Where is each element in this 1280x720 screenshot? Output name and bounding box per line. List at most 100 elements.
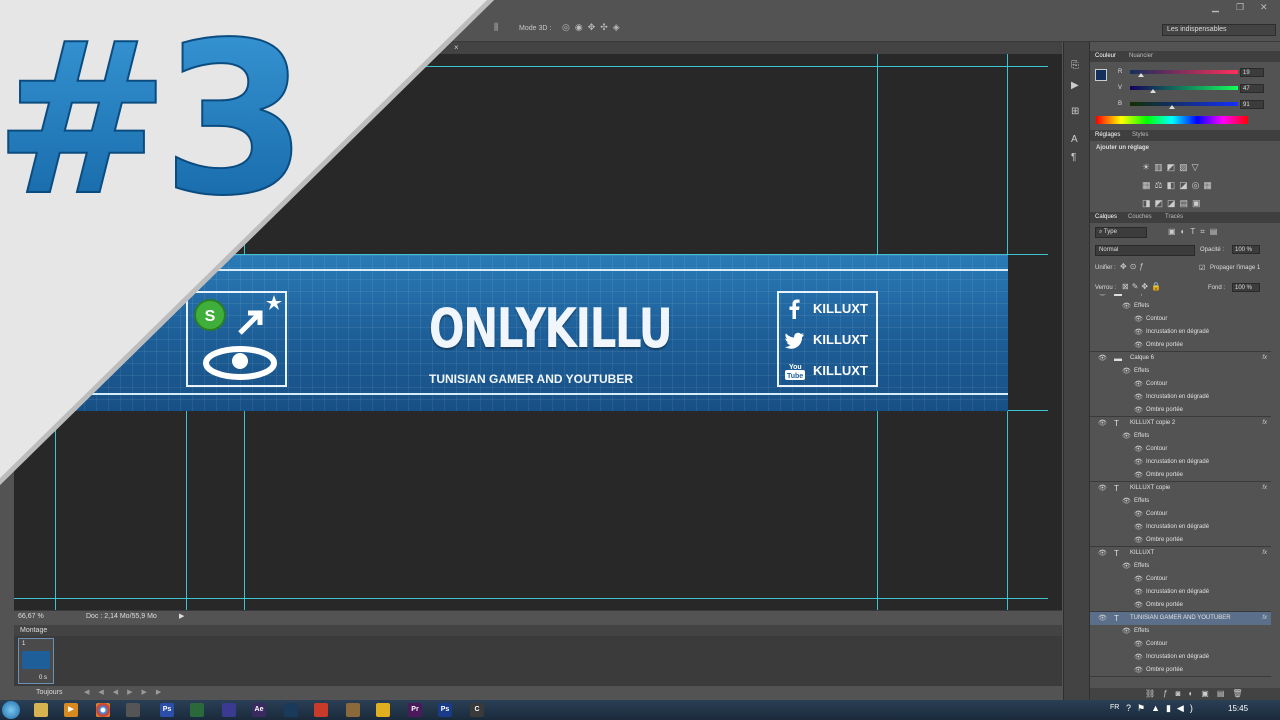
lock-icons[interactable]: ⊠✎✥🔒 <box>1122 282 1164 291</box>
tab-reglages[interactable]: Réglages <box>1095 132 1120 138</box>
app-icon[interactable] <box>376 703 390 717</box>
effect-row[interactable]: 👁 Incrustation en dégradé <box>1090 521 1271 534</box>
effect-row[interactable]: 👁 Contour <box>1090 443 1271 456</box>
explorer-icon[interactable] <box>34 703 48 717</box>
effect-row[interactable]: 👁 Contour <box>1090 573 1271 586</box>
properties-icon[interactable]: ⊞ <box>1071 106 1079 117</box>
paragraph-icon[interactable]: ¶ <box>1071 152 1076 163</box>
fx-icon[interactable]: fx <box>1262 482 1267 495</box>
blend-mode-select[interactable]: Normal <box>1095 245 1195 256</box>
after-effects-icon[interactable]: Ae <box>252 703 266 717</box>
app-icon[interactable] <box>190 703 204 717</box>
app-icon[interactable] <box>222 703 236 717</box>
effect-row[interactable]: 👁 Incrustation en dégradé <box>1090 456 1271 469</box>
effects-row[interactable]: 👁 Effets <box>1090 365 1271 378</box>
effect-eye-icon[interactable]: 👁 <box>1134 391 1143 404</box>
tab-calques[interactable]: Calques <box>1095 214 1117 220</box>
effect-row[interactable]: 👁 Contour <box>1090 508 1271 521</box>
effect-eye-icon[interactable]: 👁 <box>1134 378 1143 391</box>
effect-eye-icon[interactable]: 👁 <box>1122 625 1131 638</box>
layer-filter-select[interactable]: ⌕ Type <box>1095 227 1147 238</box>
layer-row[interactable]: 👁 T TUNISIAN GAMER AND YOUTUBER fx <box>1090 612 1271 625</box>
effect-row[interactable]: 👁 Incrustation en dégradé <box>1090 391 1271 404</box>
red-value[interactable]: 19 <box>1240 68 1264 77</box>
effect-row[interactable]: 👁 Contour <box>1090 313 1271 326</box>
fx-icon[interactable]: fx <box>1262 352 1267 365</box>
language-indicator[interactable]: FR <box>1110 704 1119 711</box>
effects-row[interactable]: 👁 Effets <box>1090 560 1271 573</box>
green-slider[interactable] <box>1130 86 1238 93</box>
tab-nuancier[interactable]: Nuancier <box>1129 53 1153 59</box>
slider-thumb[interactable] <box>1138 73 1145 77</box>
playback-controls-icons[interactable]: ◀◀◀▶▶▶ <box>84 688 170 696</box>
tab-traces[interactable]: Tracés <box>1165 214 1183 220</box>
effect-row[interactable]: 👁 Incrustation en dégradé <box>1090 651 1271 664</box>
blue-slider[interactable] <box>1130 102 1238 109</box>
visibility-eye-icon[interactable]: 👁 <box>1098 352 1107 365</box>
align-icon[interactable]: ⫼ <box>494 22 498 33</box>
visibility-eye-icon[interactable]: 👁 <box>1098 547 1107 560</box>
unify-icons[interactable]: ✥⊙ƒ <box>1120 262 1147 271</box>
frame-delay[interactable]: 0 s <box>39 675 47 681</box>
effect-eye-icon[interactable]: 👁 <box>1134 573 1143 586</box>
fx-icon[interactable]: fx <box>1262 612 1267 625</box>
propagate-checkbox[interactable]: ☑ <box>1199 264 1205 272</box>
opacity-value[interactable]: 100 % <box>1232 245 1260 254</box>
effect-eye-icon[interactable]: 👁 <box>1134 443 1143 456</box>
close-window-icon[interactable]: ✕ <box>1260 2 1268 13</box>
3d-tools-icons[interactable]: ◎◉✥✣◈ <box>562 22 625 33</box>
chrome-icon[interactable] <box>96 703 110 717</box>
color-spectrum[interactable] <box>1096 116 1248 124</box>
effect-eye-icon[interactable]: 👁 <box>1134 521 1143 534</box>
tab-styles[interactable]: Styles <box>1132 132 1148 138</box>
layer-row[interactable]: 👁 T KILLUXT copie 2 fx <box>1090 417 1271 430</box>
effects-row[interactable]: 👁 Effets <box>1090 430 1271 443</box>
effect-eye-icon[interactable]: 👁 <box>1134 326 1143 339</box>
visibility-eye-icon[interactable]: 👁 <box>1098 482 1107 495</box>
effect-eye-icon[interactable]: 👁 <box>1134 456 1143 469</box>
timeline-frame[interactable]: 1 0 s <box>18 638 54 684</box>
premiere-icon[interactable]: Pr <box>408 703 422 717</box>
effects-row[interactable]: 👁 Effets <box>1090 300 1271 313</box>
effect-eye-icon[interactable]: 👁 <box>1122 300 1131 313</box>
effect-eye-icon[interactable]: 👁 <box>1134 313 1143 326</box>
app-icon[interactable] <box>346 703 360 717</box>
photoshop-icon[interactable]: Ps <box>438 703 452 717</box>
effect-eye-icon[interactable]: 👁 <box>1122 560 1131 573</box>
effect-eye-icon[interactable]: 👁 <box>1134 586 1143 599</box>
close-tab-icon[interactable]: × <box>454 43 459 52</box>
slider-thumb[interactable] <box>1168 105 1175 109</box>
blue-value[interactable]: 91 <box>1240 100 1264 109</box>
visibility-eye-icon[interactable]: 👁 <box>1098 612 1107 625</box>
effect-row[interactable]: 👁 Incrustation en dégradé <box>1090 326 1271 339</box>
effects-row[interactable]: 👁 Effets <box>1090 625 1271 638</box>
effect-eye-icon[interactable]: 👁 <box>1122 365 1131 378</box>
tray-icons[interactable]: ?⚑▲▮◀) <box>1126 703 1199 714</box>
foreground-color-swatch[interactable] <box>1095 69 1107 81</box>
layer-actions-icons[interactable]: ⛓ƒ◙◐▣▤🗑 <box>1145 689 1251 698</box>
fill-value[interactable]: 100 % <box>1232 283 1260 292</box>
effect-eye-icon[interactable]: 👁 <box>1134 638 1143 651</box>
app-icon[interactable]: C <box>470 703 484 717</box>
photoshop-icon[interactable]: Ps <box>160 703 174 717</box>
filter-type-icons[interactable]: ▣◐T⌗▤ <box>1168 227 1222 237</box>
layer-row[interactable]: 👁 T KILLUXT fx <box>1090 547 1271 560</box>
app-icon[interactable] <box>284 703 298 717</box>
effect-row[interactable]: 👁 Contour <box>1090 378 1271 391</box>
fx-icon[interactable]: fx <box>1262 417 1267 430</box>
tab-couches[interactable]: Couches <box>1128 214 1152 220</box>
effect-eye-icon[interactable]: 👁 <box>1134 651 1143 664</box>
clock[interactable]: 15:45 <box>1228 704 1248 713</box>
status-menu-arrow-icon[interactable]: ▶ <box>179 612 184 620</box>
visibility-eye-icon[interactable]: 👁 <box>1098 417 1107 430</box>
minimize-icon[interactable]: ▁ <box>1212 2 1219 13</box>
effect-row[interactable]: 👁 Incrustation en dégradé <box>1090 586 1271 599</box>
effects-row[interactable]: 👁 Effets <box>1090 495 1271 508</box>
app-icon[interactable] <box>314 703 328 717</box>
adjustment-icons[interactable]: ☀▥◩▨▽ ▦⚖◧◪◎▦ ◨◩◪▤▣ <box>1142 158 1262 212</box>
character-icon[interactable]: A <box>1071 134 1078 145</box>
green-value[interactable]: 47 <box>1240 84 1264 93</box>
effect-eye-icon[interactable]: 👁 <box>1122 430 1131 443</box>
slider-thumb[interactable] <box>1149 89 1156 93</box>
app-icon[interactable] <box>126 703 140 717</box>
